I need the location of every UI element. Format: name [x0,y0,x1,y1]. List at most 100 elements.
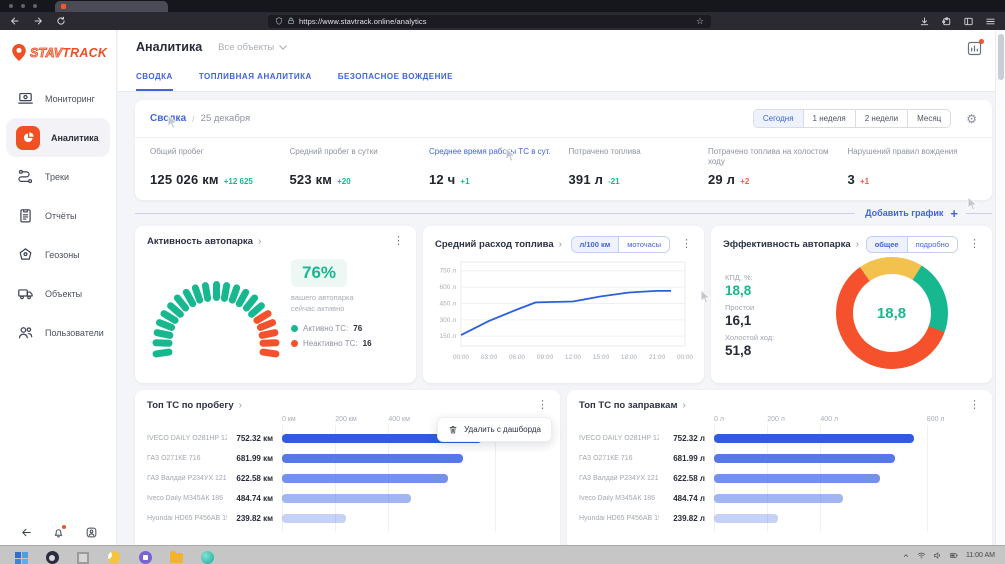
toggle-button[interactable]: л/100 км [572,237,620,252]
taskbar-app-teal-icon[interactable] [200,551,214,564]
lock-icon[interactable] [287,17,295,25]
chevron-right-icon[interactable]: › [239,401,242,411]
settings-gear-icon[interactable]: ⚙ [966,113,977,125]
stat-delta: +1 [460,177,469,186]
stat-item: Средний пробег в сутки523 км+20 [290,147,420,187]
table-row: ГАЗ Валдай Р234УХ 121622.58 л [579,468,980,488]
fleet-activity-gauge [141,265,287,353]
window-maximize-button[interactable] [33,4,37,8]
battery-icon[interactable] [949,551,959,560]
card-menu-icon[interactable]: ⋮ [537,400,548,411]
bar-track [282,454,548,463]
desktop: https://www.stavtrack.online/analytics ☆… [0,0,1005,564]
browser-tab[interactable] [55,1,168,12]
card-menu-icon[interactable]: ⋮ [969,239,980,250]
period-button[interactable]: 1 неделя [804,110,856,127]
context-menu-item-label[interactable]: Удалить с дашборда [464,425,541,434]
window-minimize-button[interactable] [21,4,25,8]
toggle-button[interactable]: подробно [908,237,957,252]
sidebar-item-objects[interactable]: Объекты [0,274,116,313]
vehicle-value: 239.82 л [659,514,714,523]
mouse-cursor [700,289,711,310]
bookmark-star-icon[interactable]: ☆ [696,17,704,26]
volume-icon[interactable] [933,551,942,560]
notifications-bell-icon[interactable] [52,526,65,539]
downloads-icon[interactable] [919,16,930,27]
plus-icon[interactable]: + [950,207,958,220]
taskbar-browser-icon[interactable] [45,551,59,564]
extensions-icon[interactable] [941,16,952,27]
reload-button[interactable] [56,16,66,26]
page-scrollbar[interactable] [995,30,1005,545]
chevron-right-icon[interactable]: › [559,240,562,250]
bar-track [282,514,548,523]
summary-separator: / [192,114,195,124]
sidebar-item-users[interactable]: Пользователи [0,313,116,352]
period-button[interactable]: 2 недели [856,110,908,127]
bar-rows: IVECO DAILY О281НР 126752.32 лГАЗ О271КЕ… [579,428,980,534]
svg-text:450 л: 450 л [440,300,457,307]
menu-hamburger-icon[interactable] [985,16,996,27]
tab-favicon-icon [61,4,66,9]
taskbar-explorer-icon[interactable] [76,551,90,564]
sidebar-item-tracks[interactable]: Треки [0,157,116,196]
top-mileage-card: Топ ТС по пробегу › ⋮ 0 км200 км400 кмIV… [135,390,560,545]
clock[interactable]: 11:00 AM [966,552,995,559]
objects-filter-dropdown[interactable]: Все объекты [218,42,287,53]
fleet-activity-card: Активность автопарка › ⋮ 76% вашего авто… [135,226,416,383]
stat-label[interactable]: Среднее время работы ТС в сут. [429,147,551,168]
add-chart-button[interactable]: Добавить график [865,208,943,218]
tab-2[interactable]: БЕЗОПАСНОЕ ВОЖДЕНИЕ [338,72,453,91]
tab-1[interactable]: ТОПЛИВНАЯ АНАЛИТИКА [199,72,312,91]
mouse-cursor [505,147,516,168]
wifi-icon[interactable] [917,551,926,560]
card-menu-icon[interactable]: ⋮ [393,236,404,247]
sidebar-item-analytics[interactable]: Аналитика [6,118,110,157]
chevron-right-icon[interactable]: › [682,401,685,411]
url-bar[interactable]: https://www.stavtrack.online/analytics ☆ [268,15,711,28]
analytics-icon [16,126,40,150]
taskbar-app-purple-icon[interactable] [138,551,152,564]
url-text[interactable]: https://www.stavtrack.online/analytics [299,17,692,26]
card-menu-icon[interactable]: ⋮ [969,400,980,411]
bar-rows: IVECO DAILY О281НР 126752.32 кмГАЗ О271К… [147,428,548,534]
chevron-right-icon[interactable]: › [856,240,859,250]
back-button[interactable] [10,16,20,26]
dashboard-alerts-icon[interactable] [966,40,983,57]
efficiency-stat-value: 51,8 [725,343,803,358]
forward-button[interactable] [33,16,43,26]
bar [714,454,895,463]
vehicle-name: Hyundai HD65 Р456АВ 197 [147,515,227,522]
card-menu-icon[interactable]: ⋮ [681,239,692,250]
taskbar-app-yellow-icon[interactable] [107,551,121,564]
chevron-right-icon[interactable]: › [258,237,261,247]
sidebar-panel-icon[interactable] [963,16,974,27]
sidebar-item-reports[interactable]: Отчёты [0,196,116,235]
toggle-button[interactable]: общее [867,237,908,252]
stavtrack-logo[interactable]: STAVTRACK [0,30,116,71]
toggle-button[interactable]: моточасы [619,237,669,252]
profile-icon[interactable] [85,526,98,539]
sidebar-item-geozones[interactable]: Геозоны [0,235,116,274]
period-button[interactable]: Месяц [908,110,950,127]
window-close-button[interactable] [9,4,13,8]
period-button[interactable]: Сегодня [754,110,804,127]
scrollbar-thumb[interactable] [998,34,1004,80]
svg-text:03:00: 03:00 [481,354,498,361]
fleet-efficiency-card: Эффективность автопарка › общееподробно … [711,226,992,383]
sidebar-item-monitoring[interactable]: Мониторинг [0,79,116,118]
card-context-menu[interactable]: Удалить с дашборда [437,417,552,442]
taskbar-folder-icon[interactable] [169,551,183,564]
system-tray: 11:00 AM [902,551,995,560]
collapse-sidebar-icon[interactable] [20,526,33,539]
stat-value: 29 л [708,172,735,187]
stat-delta: -21 [608,177,620,186]
tray-chevron-up-icon[interactable] [902,552,910,560]
shield-icon[interactable] [275,17,283,25]
window-controls[interactable] [9,4,37,8]
tab-0[interactable]: СВОДКА [136,72,173,91]
taskbar-start-icon[interactable] [14,551,28,564]
vehicle-value: 622.58 км [227,474,282,483]
vehicle-name: ГАЗ Валдай Р234УХ 121 [147,475,227,482]
table-row: ГАЗ О271КЕ 716681.99 км [147,448,548,468]
